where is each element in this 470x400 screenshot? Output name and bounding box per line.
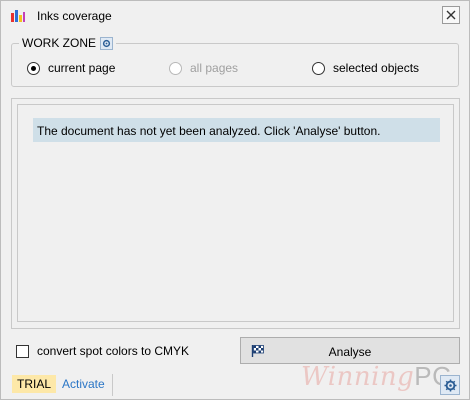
window-title: Inks coverage bbox=[37, 9, 112, 23]
gear-icon bbox=[443, 378, 457, 392]
convert-spot-checkbox[interactable] bbox=[16, 344, 29, 358]
radio-current-page[interactable]: current page bbox=[27, 61, 115, 75]
activate-link[interactable]: Activate bbox=[62, 377, 105, 391]
analyse-button-label: Analyse bbox=[328, 345, 372, 359]
radio-button[interactable] bbox=[312, 61, 325, 75]
radio-selected-objects[interactable]: selected objects bbox=[312, 61, 419, 75]
ink-bars-icon bbox=[11, 9, 25, 22]
title-bar: Inks coverage bbox=[1, 1, 469, 31]
status-divider bbox=[112, 374, 113, 396]
convert-spot-colors-option[interactable]: convert spot colors to CMYK bbox=[16, 344, 189, 358]
radio-button[interactable] bbox=[27, 61, 40, 75]
radio-button[interactable] bbox=[169, 61, 182, 75]
radio-all-pages[interactable]: all pages bbox=[169, 61, 238, 75]
trial-badge: TRIAL bbox=[12, 375, 57, 393]
convert-spot-label: convert spot colors to CMYK bbox=[37, 344, 190, 358]
analyse-button[interactable]: Analyse bbox=[240, 337, 460, 364]
work-zone-legend: WORK ZONE bbox=[19, 35, 116, 51]
watermark-text: Winning bbox=[301, 362, 415, 392]
close-button[interactable] bbox=[442, 6, 460, 24]
status-message: The document has not yet been analyzed. … bbox=[33, 118, 440, 142]
radio-label-current-page: current page bbox=[48, 61, 116, 75]
work-zone-label: WORK ZONE bbox=[22, 36, 96, 50]
inks-coverage-window: Inks coverage WORK ZONE current page all… bbox=[0, 0, 470, 400]
watermark-logo: WinningPC bbox=[301, 361, 451, 392]
radio-label-selected-objects: selected objects bbox=[333, 61, 420, 75]
close-icon bbox=[446, 10, 456, 20]
gear-icon[interactable] bbox=[100, 36, 113, 50]
radio-label-all-pages: all pages bbox=[190, 61, 239, 75]
settings-button[interactable] bbox=[440, 375, 460, 395]
